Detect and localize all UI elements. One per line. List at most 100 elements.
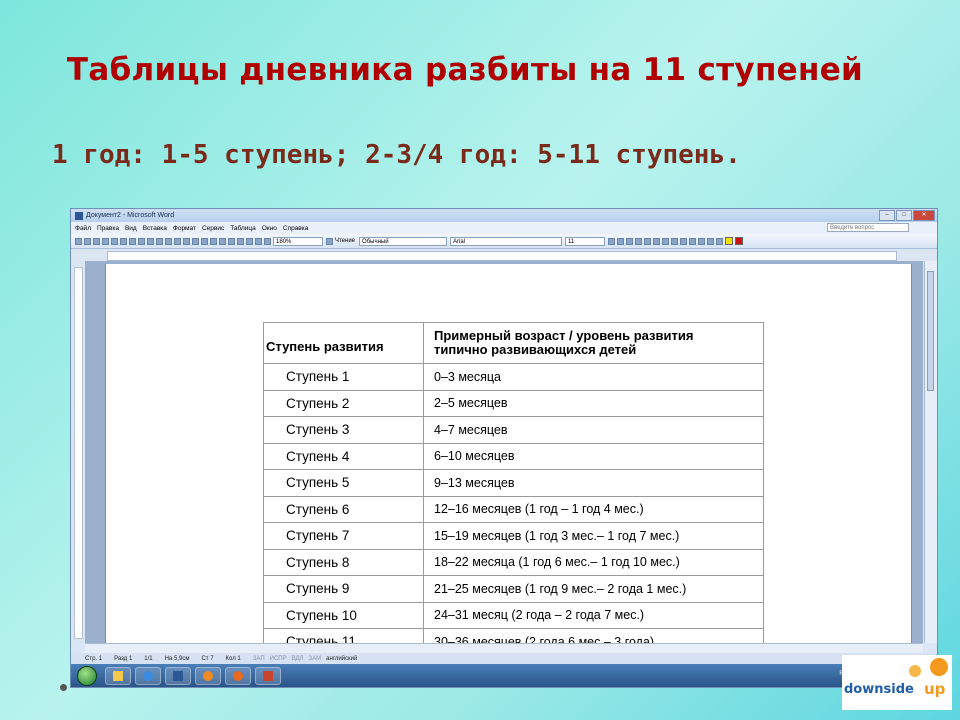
status-page: Стр. 1 xyxy=(85,655,103,662)
new-doc-icon[interactable] xyxy=(75,237,82,245)
redo-icon[interactable] xyxy=(192,237,199,245)
maximize-button[interactable]: □ xyxy=(896,210,912,221)
header-age-line1: Примерный возраст / уровень развития xyxy=(434,328,694,343)
help-icon[interactable] xyxy=(326,237,333,245)
status-mode-rec[interactable]: ЗАП xyxy=(253,656,265,662)
stage-cell: Ступень 4 xyxy=(263,442,424,470)
taskbar-ie[interactable] xyxy=(135,666,161,685)
highlight-icon[interactable] xyxy=(725,237,734,245)
numbering-icon[interactable] xyxy=(680,237,688,245)
bullets-icon[interactable] xyxy=(689,237,697,245)
doc-map-icon[interactable] xyxy=(255,237,262,245)
stage-cell: Ступень 3 xyxy=(263,416,424,444)
menu-file[interactable]: Файл xyxy=(75,225,91,232)
tables-borders-icon[interactable] xyxy=(210,237,217,245)
status-position: На 5,9см xyxy=(164,655,190,662)
status-mode-ext[interactable]: ВДЛ xyxy=(292,656,304,662)
font-select[interactable]: Arial xyxy=(450,236,563,246)
table-row: Ступень 2 2–5 месяцев xyxy=(263,389,764,417)
increase-indent-icon[interactable] xyxy=(707,237,715,245)
age-cell: 2–5 месяцев xyxy=(423,389,764,417)
justify-icon[interactable] xyxy=(662,237,670,245)
save-icon[interactable] xyxy=(93,237,100,245)
taskbar-firefox[interactable] xyxy=(225,666,251,685)
align-center-icon[interactable] xyxy=(644,237,652,245)
insert-table-icon[interactable] xyxy=(219,237,226,245)
start-button[interactable] xyxy=(77,665,97,686)
format-painter-icon[interactable] xyxy=(174,237,181,245)
table-header-row: Ступень развития Примерный возраст / уро… xyxy=(263,322,764,364)
line-spacing-icon[interactable] xyxy=(671,237,679,245)
logo-text-downside: downside xyxy=(844,682,914,697)
menu-window[interactable]: Окно xyxy=(262,225,277,232)
style-select[interactable]: Обычный xyxy=(359,236,448,246)
powerpoint-icon xyxy=(263,670,273,681)
status-line: Ст 7 xyxy=(201,655,214,662)
align-left-icon[interactable] xyxy=(635,237,643,245)
taskbar-explorer[interactable] xyxy=(105,666,131,685)
drawing-icon[interactable] xyxy=(246,237,253,245)
menu-edit[interactable]: Правка xyxy=(97,225,119,232)
cut-icon[interactable] xyxy=(147,237,154,245)
vertical-scrollbar[interactable] xyxy=(924,261,937,643)
minimize-button[interactable]: – xyxy=(879,210,895,221)
menu-insert[interactable]: Вставка xyxy=(143,225,167,232)
open-icon[interactable] xyxy=(84,237,91,245)
vertical-ruler xyxy=(71,261,86,643)
taskbar-word[interactable] xyxy=(165,666,191,685)
logo-large-circle xyxy=(930,658,948,676)
header-age-line2: типично развивающихся детей xyxy=(434,342,637,357)
columns-icon[interactable] xyxy=(237,237,244,245)
reading-mode-button[interactable]: Чтение xyxy=(335,238,355,244)
help-search-input[interactable]: Введите вопрос xyxy=(827,223,909,232)
preview-icon[interactable] xyxy=(120,237,127,245)
menu-table[interactable]: Таблица xyxy=(230,225,256,232)
undo-icon[interactable] xyxy=(183,237,190,245)
stage-cell: Ступень 5 xyxy=(263,469,424,497)
word-menubar: Файл Правка Вид Вставка Формат Сервис Та… xyxy=(71,222,937,234)
menu-format[interactable]: Формат xyxy=(173,225,196,232)
insert-excel-icon[interactable] xyxy=(228,237,235,245)
horizontal-ruler xyxy=(71,249,937,261)
taskbar-media[interactable] xyxy=(195,666,221,685)
age-cell: 4–7 месяцев xyxy=(423,416,764,444)
menu-tools[interactable]: Сервис xyxy=(202,225,224,232)
outside-border-icon[interactable] xyxy=(716,237,724,245)
show-hide-icon[interactable] xyxy=(264,237,271,245)
paste-icon[interactable] xyxy=(165,237,172,245)
close-button[interactable]: ✕ xyxy=(913,210,935,221)
word-statusbar: Стр. 1 Разд 1 1/1 На 5,9см Ст 7 Кол 1 ЗА… xyxy=(71,653,937,664)
menu-view[interactable]: Вид xyxy=(125,225,137,232)
status-mode-trk[interactable]: ИСПР xyxy=(270,656,287,662)
status-column: Кол 1 xyxy=(225,655,241,662)
stage-cell: Ступень 10 xyxy=(263,601,424,629)
permission-icon[interactable] xyxy=(102,237,109,245)
zoom-select[interactable]: 180% xyxy=(273,236,323,246)
age-cell: 21–25 месяцев (1 год 9 мес.– 2 года 1 ме… xyxy=(423,575,764,603)
scroll-thumb[interactable] xyxy=(927,271,934,391)
taskbar-powerpoint[interactable] xyxy=(255,666,281,685)
menu-help[interactable]: Справка xyxy=(283,225,309,232)
age-cell: 24–31 месяц (2 года – 2 года 7 мес.) xyxy=(423,601,764,629)
print-icon[interactable] xyxy=(111,237,118,245)
document-page[interactable]: Ступень развития Примерный возраст / уро… xyxy=(105,264,912,656)
font-size-select[interactable]: 11 xyxy=(565,236,606,246)
copy-icon[interactable] xyxy=(156,237,163,245)
decrease-indent-icon[interactable] xyxy=(698,237,706,245)
status-pages: 1/1 xyxy=(144,655,153,662)
spelling-icon[interactable] xyxy=(129,237,136,245)
align-right-icon[interactable] xyxy=(653,237,661,245)
word-toolbar: 180% Чтение Обычный Arial 11 xyxy=(71,234,937,249)
italic-icon[interactable] xyxy=(617,237,625,245)
hyperlink-icon[interactable] xyxy=(201,237,208,245)
table-row: Ступень 5 9–13 месяцев xyxy=(263,469,764,497)
underline-icon[interactable] xyxy=(626,237,634,245)
document-area: Ступень развития Примерный возраст / уро… xyxy=(85,261,923,656)
ie-icon xyxy=(143,670,153,681)
word-window-title: Документ2 - Microsoft Word xyxy=(86,212,175,219)
stage-cell: Ступень 6 xyxy=(263,495,424,523)
font-color-icon[interactable] xyxy=(735,237,744,245)
research-icon[interactable] xyxy=(138,237,145,245)
status-mode-ovr[interactable]: ЗАМ xyxy=(308,656,321,662)
bold-icon[interactable] xyxy=(608,237,616,245)
